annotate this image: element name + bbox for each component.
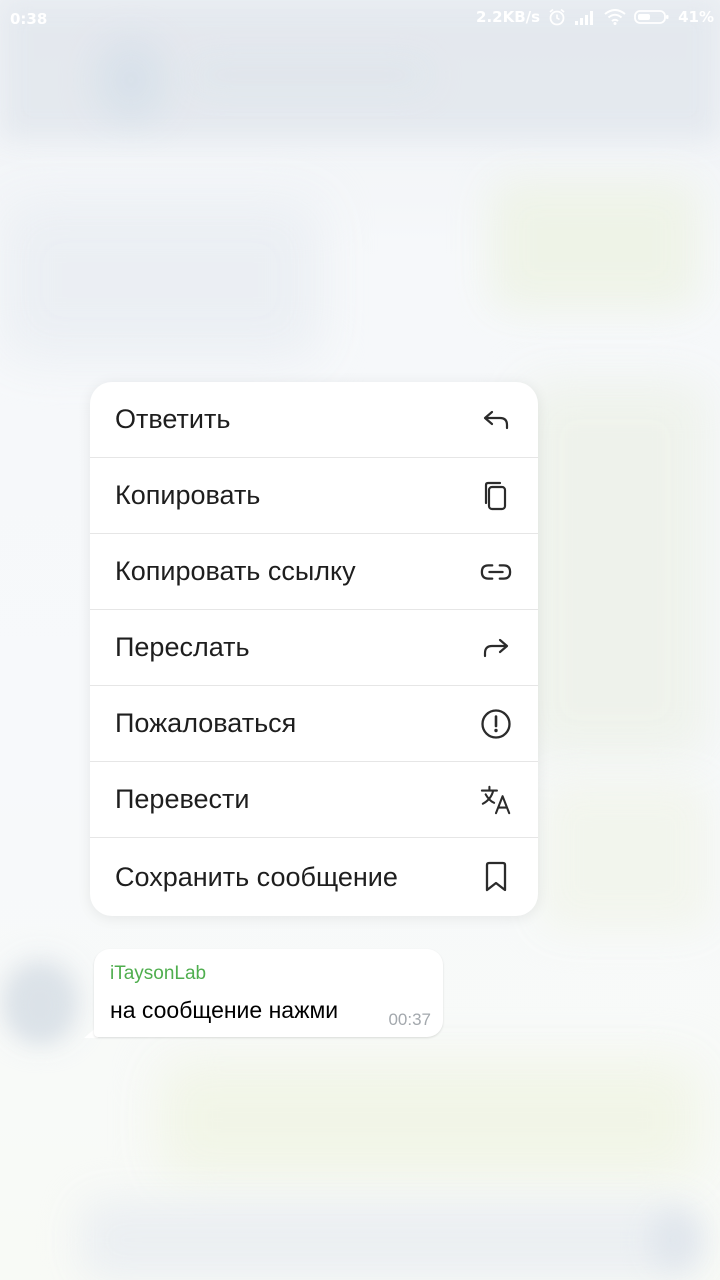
menu-item-label: Ответить: [115, 404, 231, 434]
link-icon: [480, 556, 512, 588]
translate-icon: [480, 784, 512, 816]
menu-item-label: Сохранить сообщение: [115, 861, 398, 892]
menu-item-reply[interactable]: Ответить: [90, 382, 538, 458]
status-bar: 0:38 2.2KB/s 41%: [0, 0, 720, 40]
blurred-chat-title: [190, 60, 430, 90]
status-time: 0:38: [10, 10, 48, 28]
menu-item-label: Копировать ссылку: [115, 556, 356, 586]
message-text: на сообщение нажми: [110, 997, 339, 1023]
blurred-message: [160, 1060, 700, 1180]
forward-icon: [480, 632, 512, 664]
blurred-message: [0, 200, 320, 360]
menu-item-label: Копировать: [115, 480, 261, 510]
blurred-input-bar: [80, 1200, 700, 1280]
message-timestamp: 00:37: [388, 1010, 431, 1029]
blurred-message: [520, 380, 710, 760]
status-right-group: 2.2KB/s 41%: [476, 8, 714, 26]
blurred-message: [540, 780, 710, 930]
signal-icon: [574, 9, 596, 25]
bookmark-icon: [480, 861, 512, 893]
menu-item-copy[interactable]: Копировать: [90, 458, 538, 534]
sender-name[interactable]: iTaysonLab: [110, 963, 206, 985]
battery-icon: [634, 9, 670, 25]
copy-icon: [480, 480, 512, 512]
wifi-icon: [604, 9, 626, 25]
report-icon: [480, 708, 512, 740]
selected-message-bubble[interactable]: iTaysonLab на сообщение нажми 00:37: [94, 949, 443, 1037]
menu-item-report[interactable]: Пожаловаться: [90, 686, 538, 762]
message-context-menu: Ответить Копировать Копировать ссылку Пе…: [90, 382, 538, 916]
menu-item-forward[interactable]: Переслать: [90, 610, 538, 686]
blurred-chat-avatar: [96, 40, 166, 120]
menu-item-label: Пожаловаться: [115, 708, 297, 738]
blurred-message: [490, 180, 700, 310]
sender-avatar: [10, 970, 70, 1040]
menu-item-save-message[interactable]: Сохранить сообщение: [90, 838, 538, 916]
battery-percent: 41%: [678, 8, 714, 26]
menu-item-translate[interactable]: Перевести: [90, 762, 538, 838]
blurred-send-button: [650, 1210, 700, 1270]
reply-icon: [480, 404, 512, 436]
menu-item-copy-link[interactable]: Копировать ссылку: [90, 534, 538, 610]
network-speed: 2.2KB/s: [476, 8, 541, 26]
menu-item-label: Перевести: [115, 784, 250, 814]
menu-item-label: Переслать: [115, 632, 250, 662]
alarm-icon: [548, 8, 566, 26]
